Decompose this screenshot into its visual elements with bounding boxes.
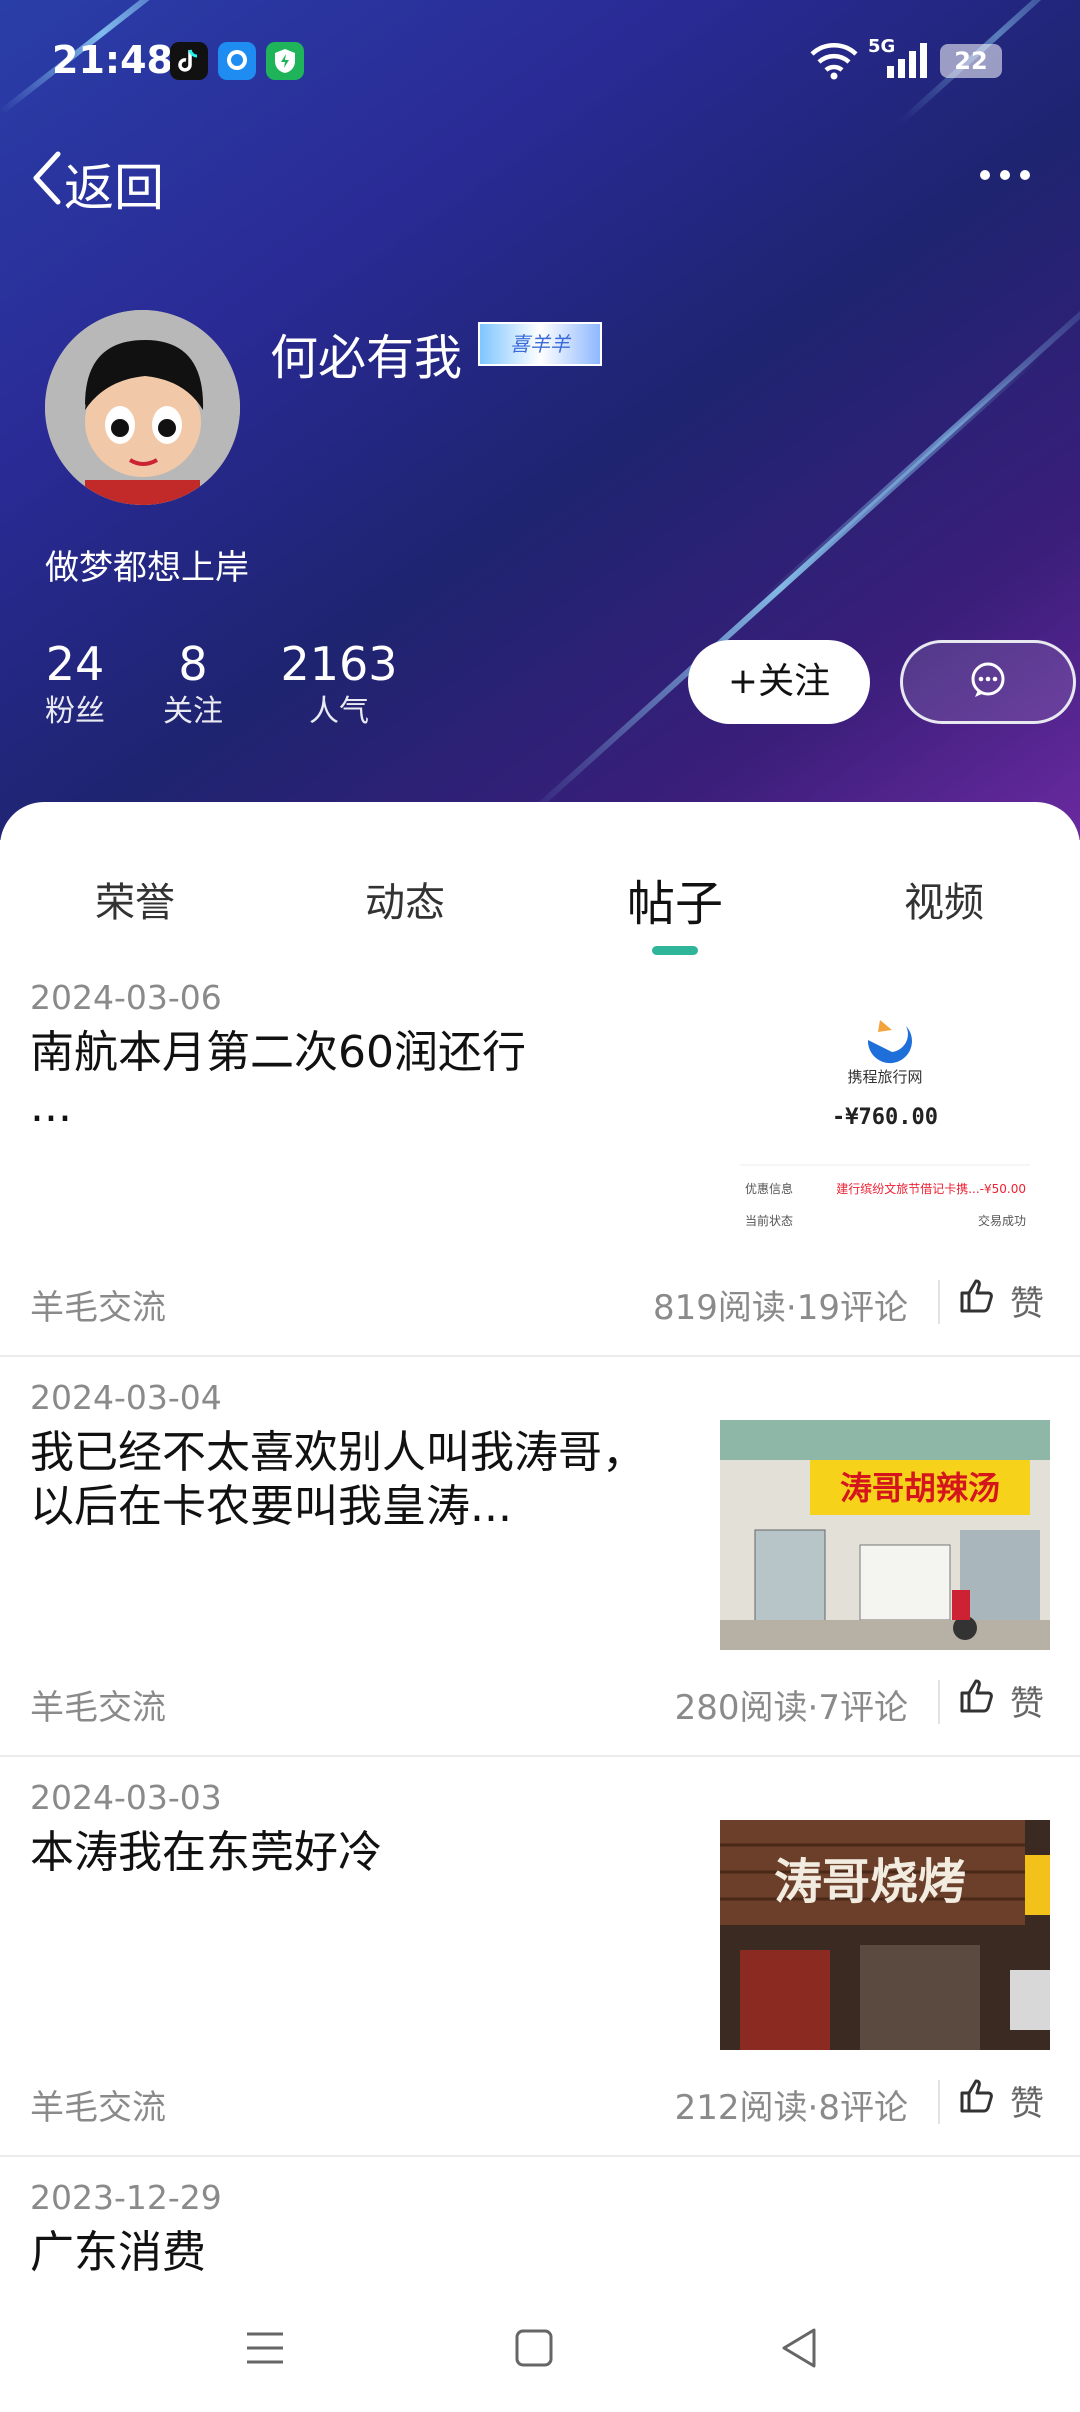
- post-title: 南航本月第二次60润还行 ...: [30, 1027, 526, 1132]
- follow-button[interactable]: +关注: [688, 640, 870, 724]
- post-item[interactable]: 2024-03-03 本涛我在东莞好冷 涛哥烧烤 羊毛交流 212阅读·8评论 …: [0, 1770, 1080, 2150]
- post-category[interactable]: 羊毛交流: [30, 1280, 166, 1329]
- back-button[interactable]: 返回: [30, 148, 164, 220]
- menu-icon[interactable]: [245, 2328, 285, 2372]
- divider: [0, 2155, 1080, 2157]
- post-title: 广东消费: [30, 2227, 206, 2278]
- tab-videos[interactable]: 视频: [904, 870, 984, 928]
- receipt-row-value: 交易成功: [978, 1213, 1026, 1228]
- wifi-icon: [808, 40, 860, 84]
- divider: [938, 2080, 940, 2124]
- profile-tabs: 荣誉 动态 帖子 视频: [0, 870, 1080, 940]
- receipt-row-label: 优惠信息: [745, 1181, 793, 1196]
- battery-indicator: 22: [940, 44, 1002, 78]
- post-date: 2024-03-04: [30, 1378, 222, 1417]
- thumbs-up-icon: [958, 1677, 996, 1724]
- post-thumbnail[interactable]: 携程旅行网 -¥760.00 优惠信息 建行缤纷文旅节借记卡携...-¥50.0…: [720, 1000, 1050, 1230]
- tiktok-icon: [170, 42, 208, 80]
- post-title: 我已经不太喜欢别人叫我涛哥，以后在卡农要叫我皇涛...: [30, 1427, 646, 1532]
- post-thumbnail[interactable]: 涛哥胡辣汤: [720, 1420, 1050, 1650]
- back-label: 返回: [64, 159, 164, 217]
- system-nav-bar: [0, 2290, 1080, 2412]
- stat-fans[interactable]: 24 粉丝: [42, 636, 108, 732]
- receipt-row-label: 当前状态: [745, 1213, 793, 1228]
- divider: [0, 1755, 1080, 1757]
- receipt-row-value: 建行缤纷文旅节借记卡携...-¥50.00: [836, 1181, 1026, 1196]
- thumbs-up-icon: [958, 1277, 996, 1324]
- status-bar: 21:48 5G 22: [0, 0, 1080, 120]
- stat-popularity: 2163 人气: [280, 636, 398, 732]
- status-time: 21:48: [52, 38, 173, 82]
- like-button[interactable]: 赞: [958, 1676, 1044, 1725]
- profile-name: 何必有我: [270, 330, 463, 386]
- stat-value: 24: [45, 637, 105, 691]
- post-title: 本涛我在东莞好冷: [30, 1827, 382, 1878]
- post-item[interactable]: 2024-03-04 我已经不太喜欢别人叫我涛哥，以后在卡农要叫我皇涛... 涛…: [0, 1370, 1080, 1750]
- post-date: 2023-12-29: [30, 2178, 222, 2217]
- message-button[interactable]: [900, 640, 1076, 724]
- post-thumbnail[interactable]: 涛哥烧烤: [720, 1820, 1050, 2050]
- post-item[interactable]: 2023-12-29 广东消费: [0, 2170, 1080, 2290]
- signal-icon: [885, 40, 929, 84]
- qq-browser-icon: [218, 42, 256, 80]
- stat-value: 2163: [280, 637, 398, 691]
- divider: [938, 1280, 940, 1324]
- like-label: 赞: [1010, 2084, 1044, 2124]
- stat-label: 关注: [163, 694, 223, 729]
- like-button[interactable]: 赞: [958, 1276, 1044, 1325]
- header-decoration: [757, 266, 1080, 606]
- like-label: 赞: [1010, 1284, 1044, 1324]
- post-date: 2024-03-06: [30, 978, 222, 1017]
- post-stats: 280阅读·7评论: [674, 1688, 908, 1728]
- tab-honor[interactable]: 荣誉: [95, 870, 175, 928]
- stat-label: 粉丝: [45, 694, 105, 729]
- post-date: 2024-03-03: [30, 1778, 222, 1817]
- like-button[interactable]: 赞: [958, 2076, 1044, 2125]
- post-item[interactable]: 2024-03-06 南航本月第二次60润还行 ... 携程旅行网 -¥760.…: [0, 970, 1080, 1350]
- post-category[interactable]: 羊毛交流: [30, 2080, 166, 2129]
- post-category[interactable]: 羊毛交流: [30, 1680, 166, 1729]
- profile-header: 21:48 5G 22 返回 何必有我 喜羊羊 做梦都想上岸 24 粉丝 8 关…: [0, 0, 1080, 840]
- chevron-left-icon: [30, 150, 64, 218]
- stat-label: 人气: [309, 694, 369, 729]
- home-icon[interactable]: [514, 2328, 554, 2372]
- post-stats: 819阅读·19评论: [653, 1288, 908, 1328]
- divider: [938, 1680, 940, 1724]
- thumbs-up-icon: [958, 2077, 996, 2124]
- stat-value: 8: [178, 637, 208, 691]
- stat-following[interactable]: 8 关注: [160, 636, 226, 732]
- more-options-icon[interactable]: [980, 170, 1030, 180]
- chat-bubble-icon: [968, 660, 1008, 704]
- receipt-amount: -¥760.00: [832, 1105, 938, 1130]
- tab-posts[interactable]: 帖子: [627, 864, 723, 934]
- back-triangle-icon[interactable]: [778, 2326, 820, 2374]
- divider: [0, 1355, 1080, 1357]
- receipt-merchant: 携程旅行网: [847, 1068, 922, 1086]
- profile-badge: 喜羊羊: [478, 322, 602, 366]
- post-stats: 212阅读·8评论: [674, 2088, 908, 2128]
- profile-bio: 做梦都想上岸: [45, 548, 249, 588]
- shop-sign-text: 涛哥胡辣汤: [840, 1469, 1000, 1507]
- shop-sign-text: 涛哥烧烤: [774, 1854, 966, 1910]
- security-shield-icon: [266, 42, 304, 80]
- like-label: 赞: [1010, 1684, 1044, 1724]
- tab-activity[interactable]: 动态: [365, 870, 445, 928]
- avatar[interactable]: [45, 310, 240, 505]
- tab-active-indicator: [652, 946, 698, 955]
